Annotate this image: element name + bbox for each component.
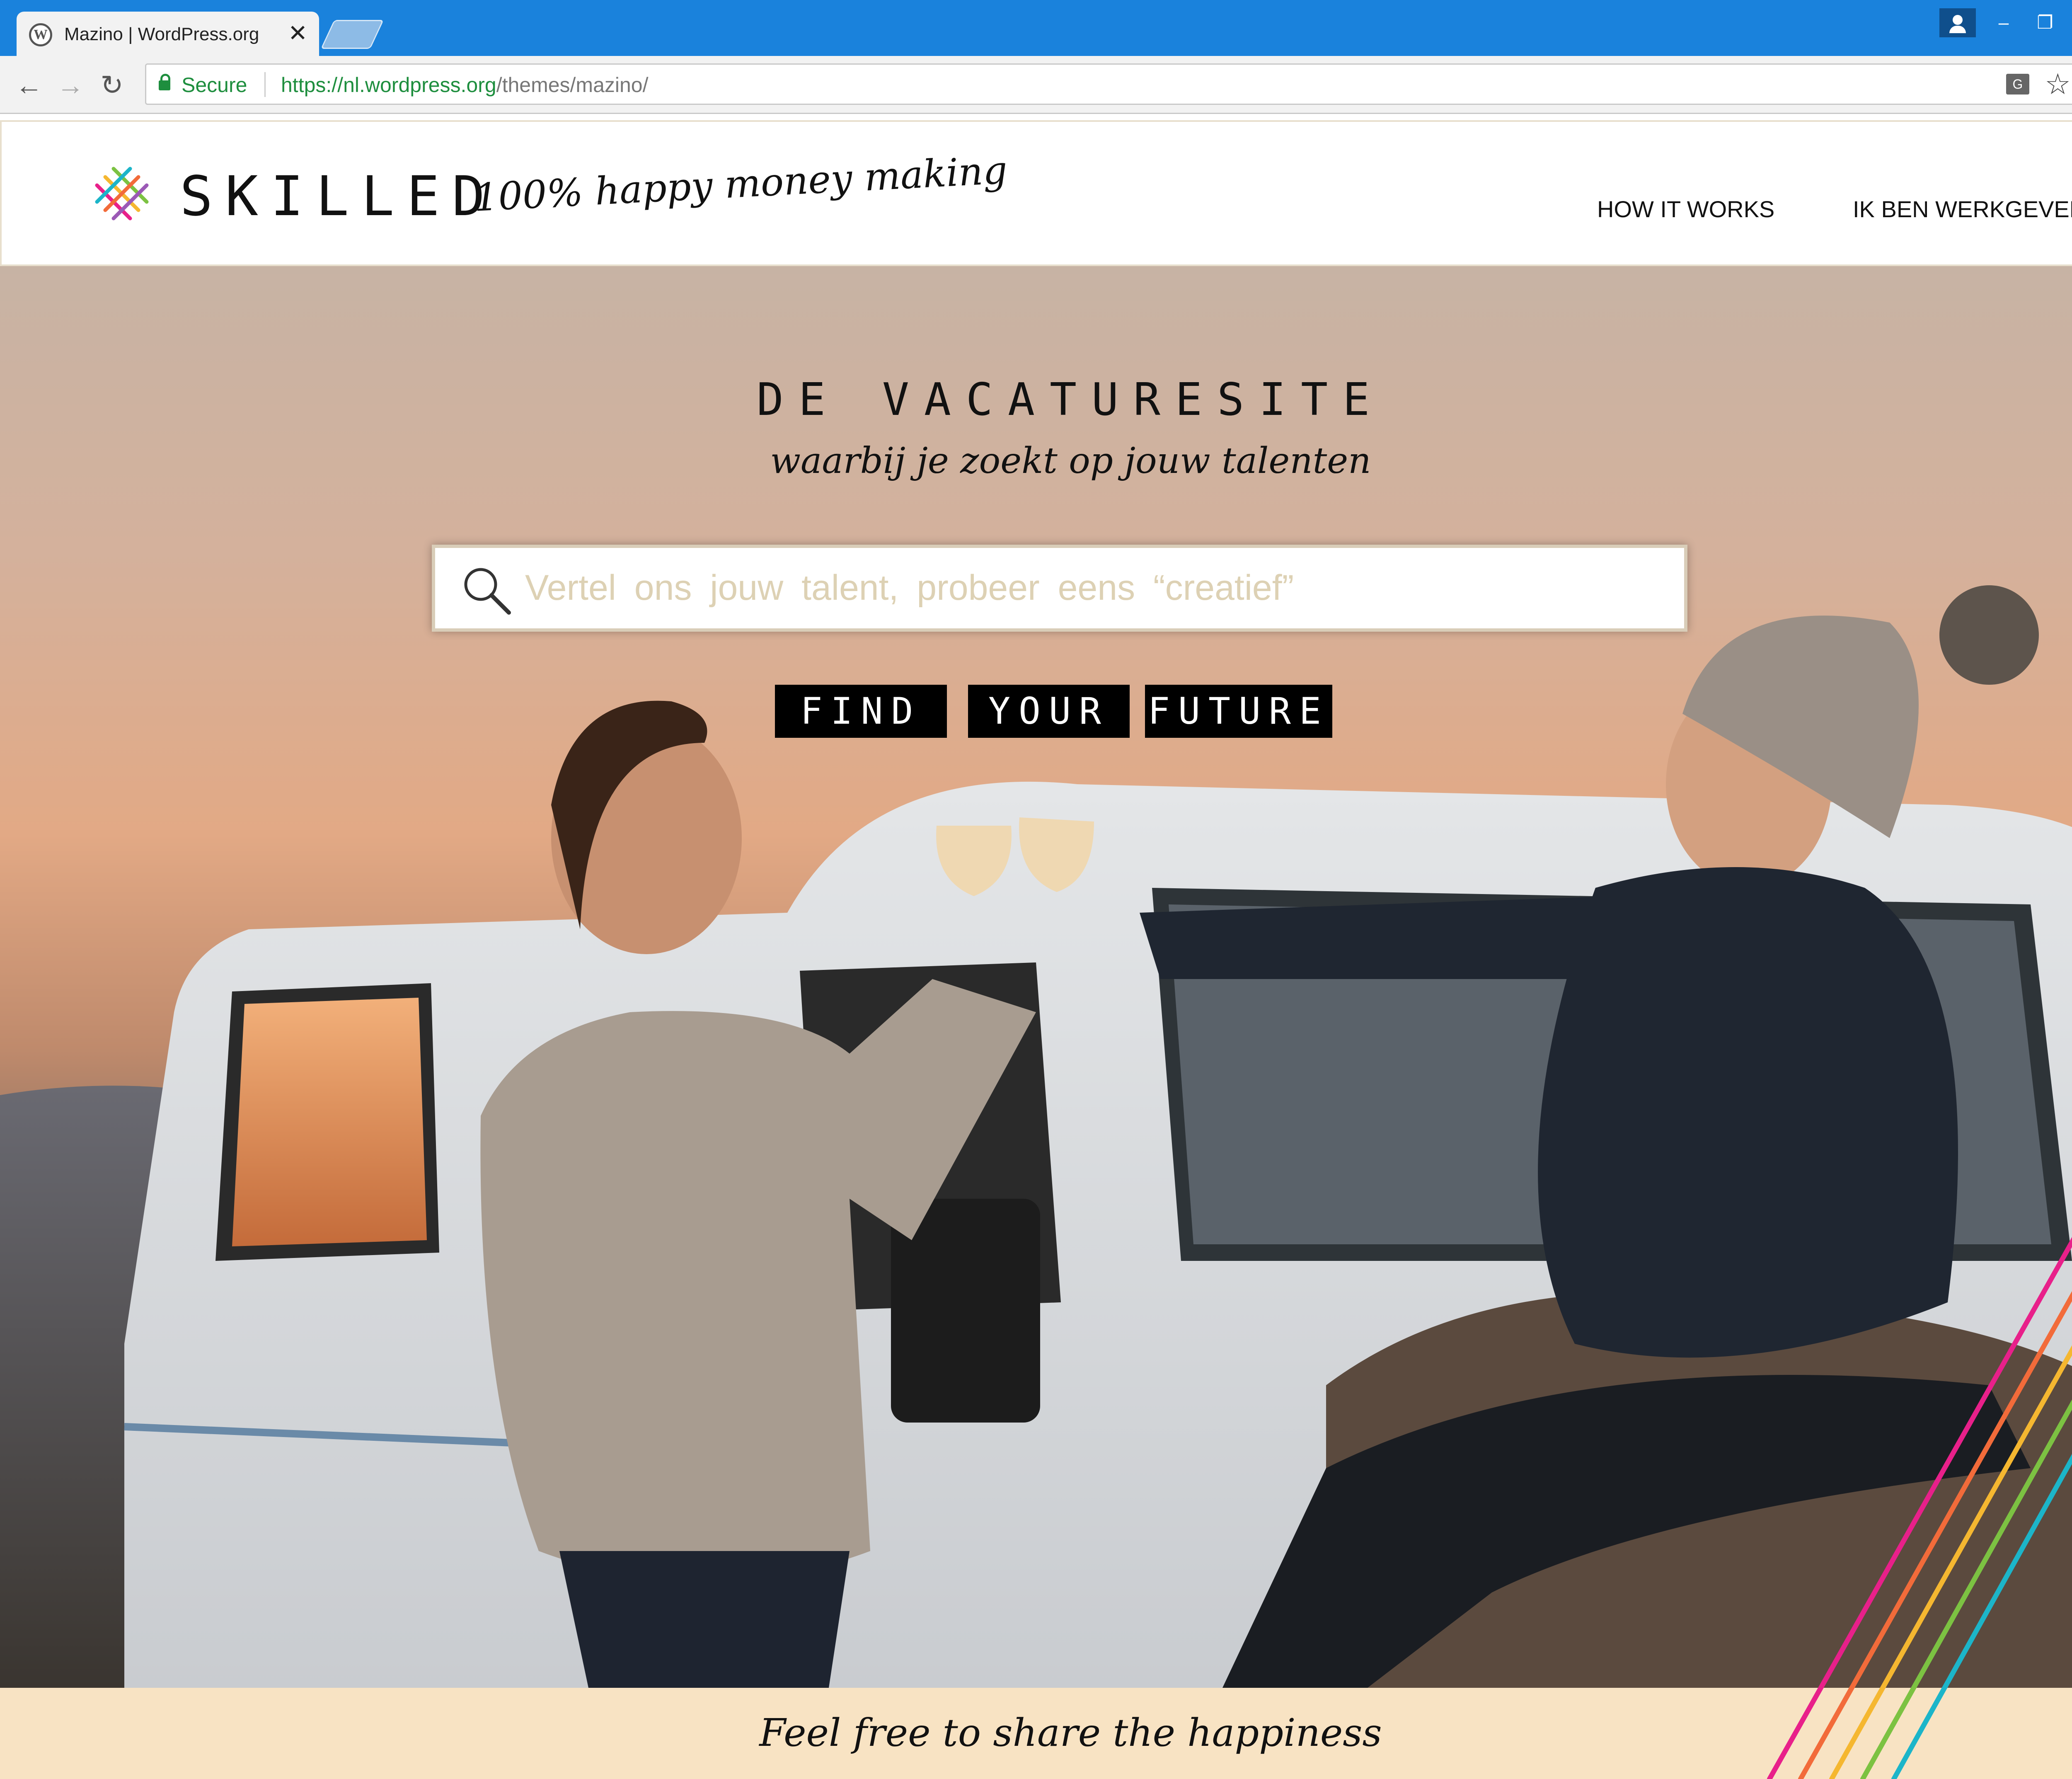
user-icon (1949, 15, 1966, 33)
reload-icon[interactable]: ↻ (95, 68, 128, 102)
lock-icon (159, 74, 170, 90)
nav-ik-ben-werkgever[interactable]: IK BEN WERKGEVER (1853, 196, 2072, 223)
forward-arrow-icon[interactable]: → (54, 68, 87, 102)
tab-title: Mazino | WordPress.org (64, 24, 259, 44)
url-text[interactable]: https://nl.wordpress.org/themes/mazino/ (281, 73, 649, 97)
minimize-button[interactable]: – (1985, 8, 2022, 37)
tagline: 100% happy money making (473, 148, 1009, 220)
translate-icon[interactable]: G (2006, 74, 2029, 95)
logo-text[interactable]: SKILLED (180, 165, 497, 228)
footer-text: Feel free to share the happiness (759, 1711, 1382, 1755)
new-tab-button[interactable] (320, 20, 384, 49)
restore-button[interactable]: ❐ (2026, 8, 2064, 37)
cta-find-button[interactable]: FIND (775, 685, 947, 738)
address-bar[interactable]: Secure https://nl.wordpress.org/themes/m… (145, 63, 2072, 105)
footer-strip: Feel free to share the happiness (0, 1688, 2072, 1779)
omnibox-divider (264, 72, 266, 97)
profile-button[interactable] (1939, 8, 1976, 37)
back-arrow-icon[interactable]: ← (12, 68, 46, 102)
hero-section: DE VACATURESITE waarbij je zoekt op jouw… (0, 266, 2072, 1688)
url-host: https://nl.wordpress.org (281, 73, 496, 97)
url-path: /themes/mazino/ (496, 73, 649, 97)
search-icon (464, 568, 511, 615)
secure-label: Secure (182, 73, 247, 97)
close-tab-icon[interactable]: ✕ (288, 21, 307, 46)
browser-tab[interactable]: W Mazino | WordPress.org ✕ (17, 12, 319, 56)
nav-how-it-works[interactable]: HOW IT WORKS (1597, 196, 1774, 223)
talent-search-box[interactable] (432, 545, 1687, 632)
skilled-logo-icon[interactable] (91, 162, 153, 225)
site-header: SKILLED 100% happy money making HOW IT W… (0, 120, 2072, 266)
hero-title: DE VACATURESITE (756, 374, 1385, 426)
cta-future-button[interactable]: FUTURE (1145, 685, 1332, 738)
bookmark-star-icon[interactable]: ☆ (2045, 70, 2071, 99)
browser-titlebar: W Mazino | WordPress.org ✕ – ❐ ✕ (0, 0, 2072, 56)
cta-your-button[interactable]: YOUR (968, 685, 1130, 738)
browser-toolbar: ← → ↻ Secure https://nl.wordpress.org/th… (0, 56, 2072, 114)
talent-search-input[interactable] (524, 556, 1665, 619)
wordpress-favicon-icon: W (29, 23, 52, 46)
hero-subtitle: waarbij je zoekt op jouw talenten (770, 440, 1371, 482)
